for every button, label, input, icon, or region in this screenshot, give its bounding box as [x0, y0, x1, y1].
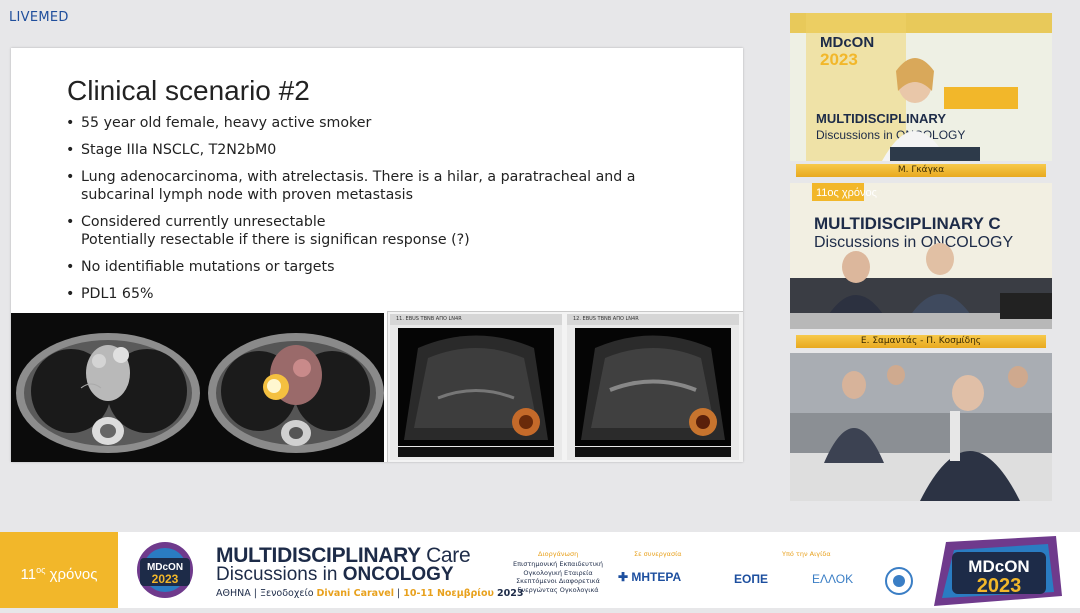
ellok-logo: ΕΛΛΟΚ [812, 572, 854, 586]
speaker-name-bar: Ε. Σαμαντάς - Π. Κοσμίδης [796, 335, 1046, 348]
ebus-label: 12. EBUS TBNB ΑΠΟ LN4R [567, 314, 739, 325]
ebus-image-1: 11. EBUS TBNB ΑΠΟ LN4R [390, 314, 562, 460]
bullet-item: Stage IIIa NSCLC, T2N2bM0 [65, 141, 685, 159]
bullet-item: Lung adenocarcinoma, with atrelectasis. … [65, 168, 685, 204]
svg-text:MDcON: MDcON [820, 34, 874, 51]
audience-camera [790, 353, 1052, 501]
bullet-list: 55 year old female, heavy active smoker … [65, 114, 685, 312]
svg-text:Discussions in ONCOLOGY: Discussions in ONCOLOGY [816, 128, 965, 142]
ebus-image-2: 12. EBUS TBNB ΑΠΟ LN4R [567, 314, 739, 460]
auspices-label: Υπό την Αιγίδα [782, 550, 831, 558]
eope-logo: ΕΟΠΕ [734, 572, 769, 586]
speaker-camera-2: 11ος χρόνος MULTIDISCIPLINARY C Discussi… [790, 183, 1052, 329]
mdcon-badge-logo: MDcON 2023 [137, 542, 193, 598]
svg-text:2023: 2023 [820, 50, 858, 69]
partner-label: Σε συνεργασία [634, 550, 682, 558]
banner-subtitle: Discussions in ONCOLOGY [216, 564, 454, 585]
ebus-images-panel: 11. EBUS TBNB ΑΠΟ LN4R 12. EBUS TBNB ΑΠΟ… [387, 311, 743, 462]
bullet-item: PDL1 65% [65, 285, 685, 303]
svg-text:MDcON: MDcON [968, 557, 1029, 576]
svg-text:MULTIDISCIPLINARY C: MULTIDISCIPLINARY C [814, 214, 1001, 233]
pet-ct-image [204, 313, 384, 462]
event-banner: 11ος χρόνος MDcON 2023 MULTIDISCIPLINARY… [0, 532, 1080, 608]
bullet-item: No identifiable mutations or targets [65, 258, 685, 276]
bullet-item: 55 year old female, heavy active smoker [65, 114, 685, 132]
livemed-logo: LIVEMED [9, 10, 69, 25]
mdcon-large-logo: MDcON 2023 [934, 536, 1062, 606]
svg-text:2023: 2023 [977, 575, 1022, 597]
banner-venue: ΑΘΗΝΑ | Ξενοδοχείο Divani Caravel | 10-1… [216, 588, 524, 599]
mitera-logo: ✚ ΜΗΤΕΡΑ [618, 570, 682, 584]
presentation-slide: Clinical scenario #2 55 year old female,… [11, 48, 743, 462]
speaker-camera-1: MDcON 2023 MULTIDISCIPLINARY Discussions… [790, 13, 1052, 161]
ebus-label: 11. EBUS TBNB ΑΠΟ LN4R [390, 314, 562, 325]
seal-logo [885, 567, 913, 595]
organizer-label: Διοργάνωση [538, 550, 579, 558]
svg-text:11ος χρόνος: 11ος χρόνος [816, 187, 877, 199]
svg-text:MULTIDISCIPLINARY: MULTIDISCIPLINARY [816, 111, 946, 126]
anniversary-label: 11ος χρόνος [0, 532, 118, 608]
svg-text:2023: 2023 [152, 572, 179, 586]
slide-title: Clinical scenario #2 [67, 75, 310, 106]
organizer-text: Επιστημονική Εκπαιδευτική Ογκολογική Ετα… [513, 560, 603, 594]
speaker-name-bar: Μ. Γκάγκα [796, 164, 1046, 177]
bullet-item: Considered currently unresectable Potent… [65, 213, 685, 249]
svg-text:Discussions in ONCOLOGY: Discussions in ONCOLOGY [814, 234, 1013, 251]
ct-scan-image [11, 313, 204, 462]
